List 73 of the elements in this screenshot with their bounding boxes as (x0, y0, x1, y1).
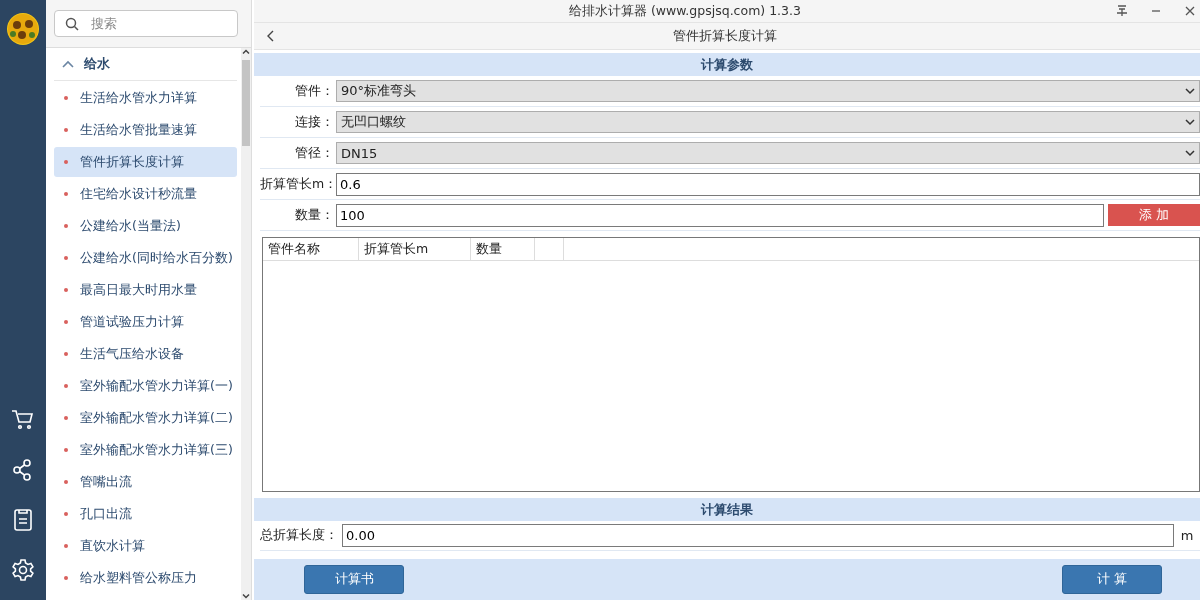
scrollbar-thumb[interactable] (242, 60, 250, 146)
sidebar-item[interactable]: 室外输配水管水力详算(二) (54, 403, 237, 433)
add-button[interactable]: 添 加 (1108, 204, 1200, 226)
chevron-up-icon (62, 60, 74, 68)
scrollbar[interactable] (241, 48, 251, 600)
sidebar-item[interactable]: 孔口出流 (54, 499, 237, 529)
field-label: 总折算长度： (260, 527, 339, 544)
sidebar-item[interactable]: 生活给水管批量速算 (54, 115, 237, 145)
sidebar-item[interactable]: 管嘴出流 (54, 467, 237, 497)
sidebar-item[interactable]: 室外输配水管水力详算(三) (54, 435, 237, 465)
field-label: 折算管长m： (260, 175, 336, 193)
sidebar-item[interactable]: 管件折算长度计算 (54, 147, 237, 177)
bullet-icon (64, 384, 68, 388)
column-header[interactable]: 折算管长m (359, 238, 471, 260)
bullet-icon (64, 96, 68, 100)
calculate-button[interactable]: 计 算 (1062, 565, 1162, 594)
sidebar-item[interactable]: 最高日最大时用水量 (54, 275, 237, 305)
settings-icon[interactable] (11, 558, 35, 582)
window-title: 给排水计算器 (www.gpsjsq.com) 1.3.3 (568, 2, 802, 20)
field-label: 数量： (294, 206, 335, 224)
bullet-icon (64, 352, 68, 356)
dropdown-caret-icon (1185, 118, 1195, 126)
bullet-icon (64, 192, 68, 196)
sidebar-item[interactable]: 住宅给水设计秒流量 (54, 179, 237, 209)
page-title: 管件折算长度计算 (672, 27, 778, 45)
search-field[interactable]: 搜索 (54, 10, 238, 37)
unit-label: m (1179, 528, 1195, 543)
bullet-icon (64, 224, 68, 228)
report-button[interactable]: 计算书 (304, 565, 404, 594)
input-field[interactable]: 100 (336, 203, 1104, 227)
sidebar-item[interactable]: 给水塑料管公称压力 (54, 563, 237, 593)
sidebar-item[interactable]: 公建给水(同时给水百分数) (54, 243, 237, 273)
bullet-icon (64, 544, 68, 548)
bullet-icon (64, 320, 68, 324)
section-header: 计算结果 (254, 498, 1200, 521)
sidebar-item[interactable]: 直饮水计算 (54, 531, 237, 561)
bullet-icon (64, 512, 68, 516)
scroll-up-icon[interactable] (242, 48, 250, 56)
group-header[interactable]: 给水 (54, 48, 237, 81)
back-icon[interactable] (266, 30, 274, 42)
sidebar-item[interactable]: 生活气压给水设备 (54, 339, 237, 369)
close-icon[interactable] (1184, 5, 1196, 17)
sidebar-item[interactable]: 管道试验压力计算 (54, 307, 237, 337)
bullet-icon (64, 416, 68, 420)
dropdown[interactable]: 90°标准弯头 (336, 80, 1200, 102)
field-label: 管件： (294, 82, 335, 100)
cart-icon[interactable] (11, 408, 35, 432)
column-header[interactable]: 数量 (471, 238, 535, 260)
field-label: 管径： (294, 144, 335, 162)
column-header[interactable]: 管件名称 (263, 238, 359, 260)
bullet-icon (64, 288, 68, 292)
dropdown[interactable]: 无凹口螺纹 (336, 111, 1200, 133)
sidebar-item[interactable]: 室外输配水管水力详算(一) (54, 371, 237, 401)
sidebar-item[interactable]: 公建给水(当量法) (54, 211, 237, 241)
sidebar-item[interactable]: 生活给水管水力详算 (54, 83, 237, 113)
bullet-icon (64, 448, 68, 452)
input-field[interactable]: 0.6 (336, 172, 1200, 196)
bullet-icon (64, 576, 68, 580)
total-length-field[interactable]: 0.00 (342, 524, 1174, 547)
bullet-icon (64, 480, 68, 484)
dropdown-caret-icon (1185, 87, 1195, 95)
section-header: 计算参数 (254, 53, 1200, 76)
bullet-icon (64, 256, 68, 260)
bullet-icon (64, 160, 68, 164)
pin-icon[interactable] (1116, 5, 1128, 17)
sunflower-logo-icon (6, 12, 40, 46)
dropdown[interactable]: DN15 (336, 142, 1200, 164)
dropdown-caret-icon (1185, 149, 1195, 157)
clipboard-icon[interactable] (11, 508, 35, 532)
scroll-down-icon[interactable] (242, 592, 250, 600)
bullet-icon (64, 128, 68, 132)
group-label: 给水 (84, 55, 110, 73)
field-label: 连接： (294, 113, 335, 131)
